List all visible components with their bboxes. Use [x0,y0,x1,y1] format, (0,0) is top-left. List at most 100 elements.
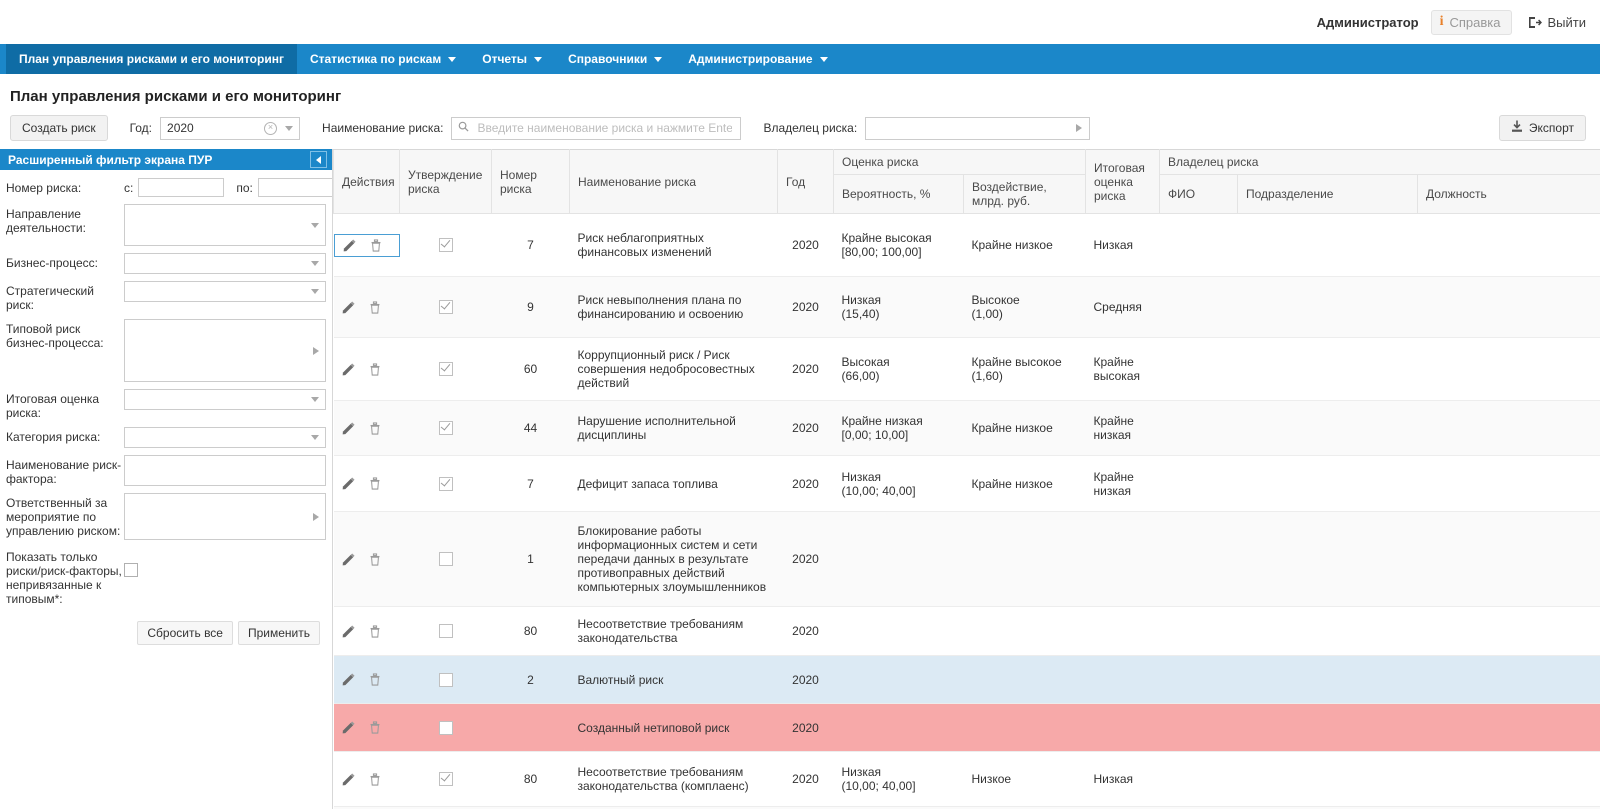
year-label: Год: [130,121,152,135]
col-header-owner-dept[interactable]: Подразделение [1238,175,1418,214]
trash-icon[interactable] [369,301,381,314]
trash-icon[interactable] [370,239,382,252]
approval-checkbox[interactable] [439,421,453,435]
table-row[interactable]: 7Риск неблагоприятных финансовых изменен… [334,214,1600,277]
trash-icon[interactable] [369,477,381,490]
table-row[interactable]: 9Риск невыполнения плана по финансирован… [334,277,1600,338]
trash-icon[interactable] [369,673,381,686]
filter-panel-header: Расширенный фильтр экрана ПУР [0,149,332,170]
logout-button[interactable]: Выйти [1528,15,1587,30]
col-header-owner-position[interactable]: Должность [1418,175,1600,214]
col-header-year[interactable]: Год [778,150,834,214]
nav-item-risk-statistics[interactable]: Статистика по рискам [297,44,469,74]
filter-row-unlinked-only: Показать только риски/риск-факторы, непр… [6,547,326,606]
table-row[interactable]: 44Нарушение исполнительной дисциплины202… [334,401,1600,456]
cell-final-assessment: Крайне низкая [1086,456,1160,512]
col-header-probability[interactable]: Вероятность, % [834,175,964,214]
approval-checkbox[interactable] [439,300,453,314]
table-row[interactable]: 80Несоответствие требованиям законодател… [334,752,1600,807]
col-header-number[interactable]: Номер риска [492,150,570,214]
cell-probability: Крайне низкая [0,00; 10,00] [834,401,964,456]
trash-icon[interactable] [369,363,381,376]
trash-icon[interactable] [369,422,381,435]
final-assessment-select[interactable] [124,389,326,410]
cell-approval [400,338,492,401]
risk-table-container[interactable]: Действия Утверждение риска Номер риска Н… [332,149,1600,809]
risk-number-to-input[interactable] [258,178,344,197]
nav-item-directories[interactable]: Справочники [555,44,675,74]
risk-name-search-box[interactable] [451,117,741,140]
pencil-icon[interactable] [342,422,355,435]
table-row[interactable]: 1Блокирование работы информационных сист… [334,512,1600,607]
cell-impact: Крайне высокое (1,60) [964,338,1086,401]
reset-all-button[interactable]: Сбросить все [137,621,233,645]
expand-right-icon [313,513,319,521]
col-header-impact[interactable]: Воздействие, млрд. руб. [964,175,1086,214]
clear-icon[interactable]: × [264,122,277,135]
activity-direction-select[interactable] [124,204,326,246]
row-action-group [342,721,392,734]
trash-icon[interactable] [369,625,381,638]
table-row[interactable]: 60Коррупционный риск / Риск совершения н… [334,338,1600,401]
risk-number-from-input[interactable] [138,178,224,197]
pencil-icon[interactable] [342,301,355,314]
cell-probability: Крайне высокая [80,00; 100,00] [834,214,964,277]
typical-risk-picker[interactable] [124,319,326,382]
risk-category-select[interactable] [124,427,326,448]
risk-owner-picker[interactable] [865,117,1090,140]
cell-owner-dept [1238,607,1418,656]
collapse-left-icon[interactable] [310,151,327,168]
nav-item-reports[interactable]: Отчеты [469,44,555,74]
trash-icon[interactable] [369,553,381,566]
apply-filter-button[interactable]: Применить [238,621,320,645]
table-row[interactable]: Созданный нетиповой риск2020 [334,704,1600,752]
filter-row-activity-direction: Направление деятельности: [6,204,326,246]
cell-risk-number: 80 [492,607,570,656]
table-row[interactable]: 7Дефицит запаса топлива2020Низкая (10,00… [334,456,1600,512]
export-button[interactable]: Экспорт [1499,115,1586,141]
strategic-risk-select[interactable] [124,281,326,302]
table-header-row-1: Действия Утверждение риска Номер риска Н… [334,150,1600,175]
cell-actions [334,456,400,512]
col-header-name[interactable]: Наименование риска [570,150,778,214]
trash-icon[interactable] [369,773,381,786]
approval-checkbox[interactable] [439,673,453,687]
pencil-icon[interactable] [342,773,355,786]
pencil-icon[interactable] [342,673,355,686]
pencil-icon[interactable] [342,553,355,566]
approval-checkbox[interactable] [439,362,453,376]
pencil-icon[interactable] [342,721,355,734]
year-select[interactable]: 2020 × [160,117,300,140]
unlinked-only-checkbox[interactable] [124,563,138,577]
table-row[interactable]: 80Несоответствие требованиям законодател… [334,607,1600,656]
create-risk-button[interactable]: Создать риск [10,115,108,141]
pencil-icon[interactable] [342,625,355,638]
approval-checkbox[interactable] [439,238,453,252]
col-header-final-assessment[interactable]: Итоговая оценка риска [1086,150,1160,214]
pencil-icon[interactable] [343,239,356,252]
nav-item-risk-plan[interactable]: План управления рисками и его мониторинг [6,44,297,74]
col-header-owner-fio[interactable]: ФИО [1160,175,1238,214]
approval-checkbox[interactable] [439,477,453,491]
table-row[interactable]: 2Валютный риск2020 [334,656,1600,704]
risk-factor-name-input[interactable] [124,455,326,486]
pencil-icon[interactable] [342,363,355,376]
help-button[interactable]: i Справка [1431,10,1512,35]
cell-owner-dept [1238,456,1418,512]
col-header-actions[interactable]: Действия [334,150,400,214]
cell-probability [834,607,964,656]
approval-checkbox[interactable] [439,624,453,638]
approval-checkbox[interactable] [439,552,453,566]
risk-name-input[interactable] [475,120,734,136]
business-process-select[interactable] [124,253,326,274]
approval-checkbox[interactable] [439,721,453,735]
cell-impact [964,656,1086,704]
trash-icon[interactable] [369,721,381,734]
col-header-approval[interactable]: Утверждение риска [400,150,492,214]
risk-table: Действия Утверждение риска Номер риска Н… [333,149,1600,809]
responsible-picker[interactable] [124,493,326,540]
approval-checkbox[interactable] [439,772,453,786]
pencil-icon[interactable] [342,477,355,490]
cell-impact: Высокое (1,00) [964,277,1086,338]
nav-item-administration[interactable]: Администрирование [675,44,840,74]
